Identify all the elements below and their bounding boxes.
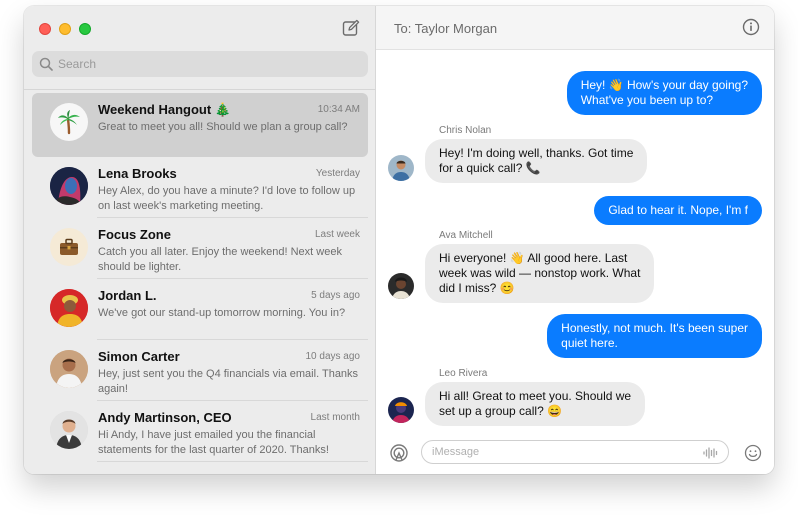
conversation-name: Jordan L. xyxy=(98,288,157,303)
sidebar-divider xyxy=(24,89,376,90)
message-input-field[interactable] xyxy=(421,440,729,464)
search-bar[interactable] xyxy=(32,51,368,77)
conversation-name: Lena Brooks xyxy=(98,166,177,181)
conversation-item-simon-carter[interactable]: Simon Carter 10 days ago Hey, just sent … xyxy=(32,340,368,401)
avatar xyxy=(50,228,88,266)
conversation-name: Focus Zone xyxy=(98,227,171,242)
palm-tree-icon xyxy=(58,110,80,135)
conversation-preview: Great to meet you all! Should we plan a … xyxy=(98,121,348,133)
conversation-list: Weekend Hangout 🎄 10:34 AM Great to meet… xyxy=(24,93,376,462)
message-line: did I miss? 😊 xyxy=(439,281,515,295)
outgoing-message[interactable]: Hey! 👋 How's your day going? What've you… xyxy=(566,71,762,115)
conversation-item-lena-brooks[interactable]: Lena Brooks Yesterday Hey Alex, do you h… xyxy=(32,157,368,218)
person-avatar-icon xyxy=(50,350,88,388)
conversation-item-jordan-l[interactable]: Jordan L. 5 days ago We've got our stand… xyxy=(32,279,368,340)
outgoing-message[interactable]: Honestly, not much. It's been super quie… xyxy=(547,314,762,358)
incoming-message[interactable]: Hi everyone! 👋 All good here. Last week … xyxy=(425,244,655,303)
message-line: quiet here. xyxy=(561,336,618,350)
audio-waveform-icon[interactable] xyxy=(703,446,719,460)
compose-button[interactable] xyxy=(342,19,362,39)
minimize-window-button[interactable] xyxy=(59,23,71,35)
conversation-preview: Hey Alex, do you have a minute? I'd love… xyxy=(98,185,356,212)
conversation-name: Simon Carter xyxy=(98,349,180,364)
avatar xyxy=(50,103,88,141)
row-divider xyxy=(97,461,368,462)
avatar xyxy=(50,411,88,449)
incoming-message[interactable]: Hey! I'm doing well, thanks. Got time fo… xyxy=(425,139,648,183)
message-line: set up a group call? 😄 xyxy=(439,404,563,418)
compose-icon xyxy=(342,19,360,36)
conversation-item-weekend-hangout[interactable]: Weekend Hangout 🎄 10:34 AM Great to meet… xyxy=(32,93,368,157)
message-line: What've you been up to? xyxy=(580,93,714,107)
conversation-item-focus-zone[interactable]: Focus Zone Last week Catch you all later… xyxy=(32,218,368,279)
message-line: Honestly, not much. It's been super xyxy=(561,321,748,335)
sender-avatar xyxy=(388,397,414,423)
close-window-button[interactable] xyxy=(39,23,51,35)
message-line: Hey! 👋 How's your day going? xyxy=(580,78,748,92)
incoming-message[interactable]: Hi all! Great to meet you. Should we set… xyxy=(425,382,646,426)
conversation-time: 5 days ago xyxy=(311,290,360,301)
smiley-icon xyxy=(744,444,762,462)
conversation-time: Yesterday xyxy=(315,168,360,179)
zoom-window-button[interactable] xyxy=(79,23,91,35)
message-line: Glad to hear it. Nope, I'm f xyxy=(608,203,748,217)
sender-name: Chris Nolan xyxy=(439,125,492,136)
briefcase-icon xyxy=(60,238,78,255)
sender-avatar xyxy=(388,155,414,181)
person-avatar-icon xyxy=(50,167,88,205)
recipient-label: To: Taylor Morgan xyxy=(394,21,498,36)
person-avatar-icon xyxy=(388,273,414,299)
chat-pane: To: Taylor Morgan Hey! 👋 How's your day … xyxy=(376,6,774,474)
conversation-preview: Catch you all later. Enjoy the weekend! … xyxy=(98,246,342,273)
conversation-time: 10:34 AM xyxy=(317,104,360,115)
person-avatar-icon xyxy=(50,411,88,449)
message-line: Hi everyone! 👋 All good here. Last xyxy=(439,251,628,265)
conversation-preview: We've got our stand-up tomorrow morning.… xyxy=(98,307,346,319)
info-icon xyxy=(742,18,760,36)
conversation-preview: Hey, just sent you the Q4 financials via… xyxy=(98,368,359,395)
conversation-time: Last month xyxy=(310,412,360,423)
message-line: week was wild — nonstop work. What xyxy=(439,266,641,280)
info-button[interactable] xyxy=(742,18,760,41)
message-line: Hi all! Great to meet you. Should we xyxy=(439,389,632,403)
message-input[interactable] xyxy=(432,446,692,458)
avatar xyxy=(50,289,88,327)
conversation-time: 10 days ago xyxy=(305,351,361,362)
sender-name: Ava Mitchell xyxy=(439,230,493,241)
person-avatar-icon xyxy=(388,155,414,181)
message-composer xyxy=(376,434,774,474)
person-avatar-icon xyxy=(50,289,88,327)
sender-avatar xyxy=(388,273,414,299)
message-line: Hey! I'm doing well, thanks. Got time xyxy=(439,146,634,160)
window-controls xyxy=(39,23,91,35)
sender-name: Leo Rivera xyxy=(439,368,488,379)
search-input[interactable] xyxy=(58,57,338,71)
conversation-item-andy-martinson[interactable]: Andy Martinson, CEO Last month Hi Andy, … xyxy=(32,401,368,462)
sidebar: Weekend Hangout 🎄 10:34 AM Great to meet… xyxy=(24,6,376,474)
message-thread: Hey! 👋 How's your day going? What've you… xyxy=(376,51,774,434)
person-avatar-icon xyxy=(388,397,414,423)
outgoing-message[interactable]: Glad to hear it. Nope, I'm f xyxy=(594,196,762,225)
messages-window: Weekend Hangout 🎄 10:34 AM Great to meet… xyxy=(24,6,774,474)
avatar xyxy=(50,350,88,388)
apps-button[interactable] xyxy=(389,443,409,468)
search-icon xyxy=(39,57,53,71)
conversation-name: Andy Martinson, CEO xyxy=(98,410,232,425)
conversation-preview: Hi Andy, I have just emailed you the fin… xyxy=(98,429,329,456)
avatar xyxy=(50,167,88,205)
chat-header: To: Taylor Morgan xyxy=(376,6,774,50)
app-store-icon xyxy=(390,444,408,462)
conversation-name: Weekend Hangout 🎄 xyxy=(98,102,231,117)
conversation-time: Last week xyxy=(314,229,360,240)
emoji-button[interactable] xyxy=(744,444,762,467)
message-line: for a quick call? 📞 xyxy=(439,161,541,175)
